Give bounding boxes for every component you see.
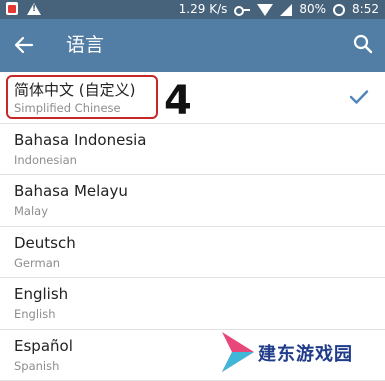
- watermark-logo-icon: [218, 330, 258, 374]
- page-title: 语言: [66, 32, 104, 58]
- language-item-english[interactable]: English English: [0, 278, 385, 330]
- notification-red-icon: [6, 2, 18, 15]
- wifi-icon: [257, 4, 273, 16]
- back-arrow-icon[interactable]: [14, 35, 34, 55]
- network-speed: 1.29 K/s: [179, 1, 228, 18]
- language-item-malay[interactable]: Bahasa Melayu Malay: [0, 175, 385, 227]
- language-name: Bahasa Melayu: [14, 182, 128, 200]
- signal-icon: [280, 4, 292, 16]
- language-name: Bahasa Indonesia: [14, 131, 147, 149]
- status-bar-left: [6, 2, 41, 15]
- language-native-name: Malay: [14, 204, 48, 218]
- language-native-name: English: [14, 307, 56, 321]
- language-name: English: [14, 285, 68, 303]
- language-name: Español: [14, 337, 73, 355]
- language-native-name: Indonesian: [14, 153, 77, 167]
- status-bar-right: 1.29 K/s 80% 8:52: [179, 1, 379, 18]
- annotation-step-number: 4: [164, 80, 192, 122]
- search-icon[interactable]: [353, 34, 373, 54]
- battery-icon: [333, 4, 345, 16]
- watermark-text: 建东游戏园: [258, 340, 353, 366]
- app-bar: 语言: [0, 19, 385, 72]
- watermark: 建东游戏园: [218, 330, 378, 374]
- vpn-key-icon: [234, 5, 250, 15]
- language-item-german[interactable]: Deutsch German: [0, 227, 385, 279]
- warning-icon: [27, 3, 41, 15]
- annotation-highlight-box: [6, 75, 158, 119]
- language-item-simplified-chinese[interactable]: 简体中文 (自定义) Simplified Chinese 4: [0, 72, 385, 124]
- language-name: Deutsch: [14, 234, 76, 252]
- battery-percent: 80%: [299, 1, 326, 18]
- status-bar: 1.29 K/s 80% 8:52: [0, 0, 385, 19]
- language-native-name: Spanish: [14, 359, 59, 373]
- language-item-indonesian[interactable]: Bahasa Indonesia Indonesian: [0, 124, 385, 176]
- language-native-name: German: [14, 256, 60, 270]
- check-icon: [349, 89, 369, 105]
- clock: 8:52: [352, 1, 379, 18]
